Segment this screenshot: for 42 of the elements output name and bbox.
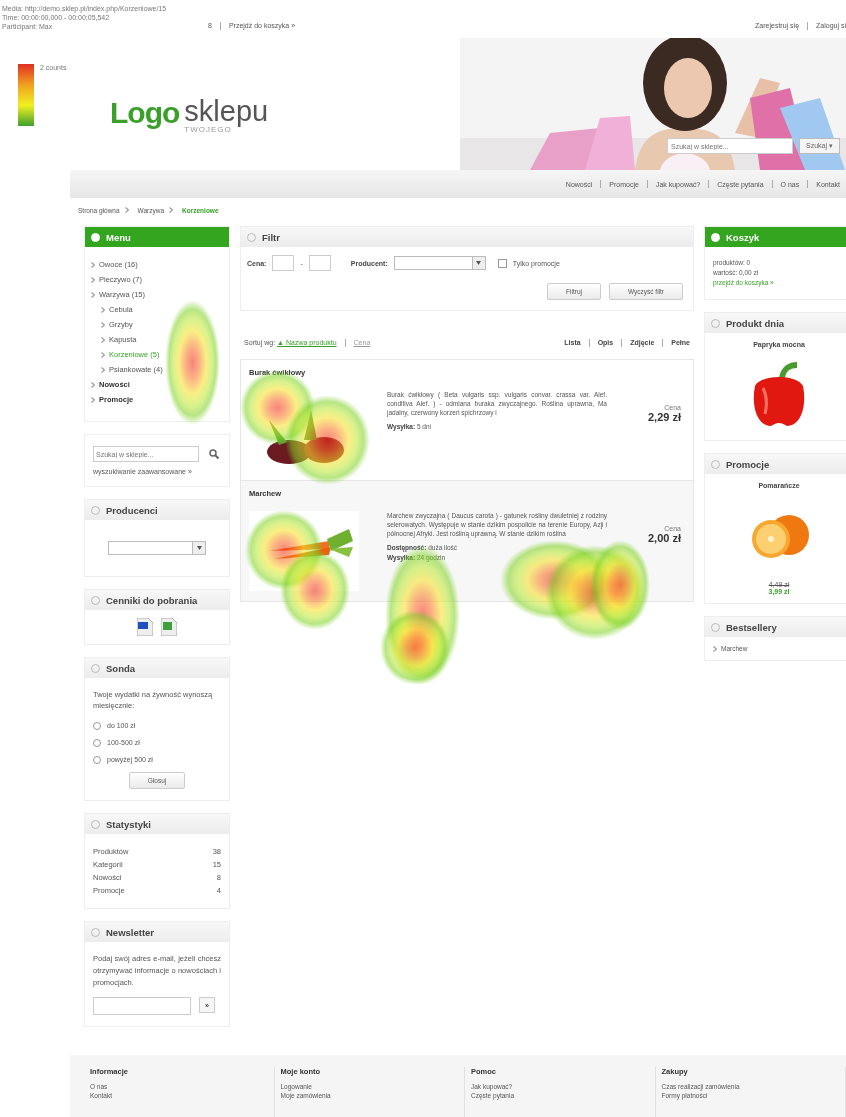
panel-title: Sonda xyxy=(106,662,136,674)
chevron-icon xyxy=(101,307,105,314)
producer-select[interactable] xyxy=(108,541,206,556)
price-to-field[interactable] xyxy=(308,255,331,272)
heatmap-scale xyxy=(18,64,34,126)
caret-icon xyxy=(196,546,202,551)
logo-text[interactable]: sklepu xyxy=(184,96,269,127)
spreadsheet-file-icon xyxy=(161,618,177,637)
producer-select[interactable] xyxy=(393,256,486,271)
panel-title: Filtr xyxy=(262,231,280,243)
email-field[interactable] xyxy=(93,997,191,1016)
chevron-icon xyxy=(713,646,717,653)
chevron-icon xyxy=(101,322,105,329)
chevron-icon xyxy=(101,352,105,359)
chevron-icon xyxy=(91,382,95,389)
chevron-icon xyxy=(91,277,95,284)
logo-tagline: TWOJEGO xyxy=(184,126,232,135)
panel-title: Menu xyxy=(106,231,131,243)
chevron-icon xyxy=(101,367,105,374)
search-icon xyxy=(209,449,219,460)
panel-title: Newsletter xyxy=(106,926,155,938)
price-from-field[interactable] xyxy=(272,255,295,272)
chevron-icon xyxy=(91,397,95,404)
panel-title: Statystyki xyxy=(106,818,151,830)
price: 2,29 zł xyxy=(646,411,681,424)
panel-title: Producenci xyxy=(106,504,158,516)
panel-title: Koszyk xyxy=(726,231,760,243)
caret-icon xyxy=(476,261,482,266)
chevron-icon xyxy=(101,337,105,344)
chevron-icon xyxy=(169,207,174,214)
chevron-icon xyxy=(91,292,95,299)
panel-title: Promocje xyxy=(726,458,770,470)
panel-title: Produkt dnia xyxy=(726,317,785,329)
panel-title: Bestsellery xyxy=(726,621,777,633)
bullet-icon xyxy=(711,232,720,242)
checkbox[interactable] xyxy=(497,258,507,268)
panel-title: Cenniki do pobrania xyxy=(106,594,198,606)
pdf-file-icon xyxy=(137,618,153,637)
price: 2,00 zł xyxy=(646,532,681,545)
bullet-icon xyxy=(91,232,100,242)
chevron-icon xyxy=(124,207,129,214)
chevron-icon xyxy=(91,262,95,269)
